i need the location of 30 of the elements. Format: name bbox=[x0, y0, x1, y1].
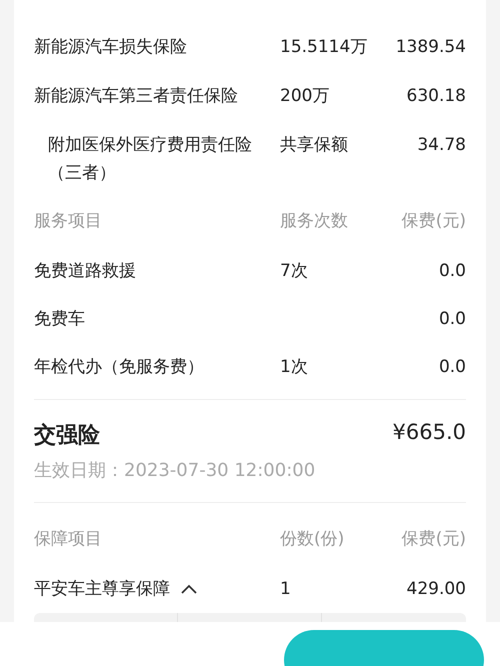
coverage-amount: 200万 bbox=[280, 85, 330, 108]
column-header: 保费(元) bbox=[400, 528, 466, 551]
coverage-name: 新能源汽车损失保险 bbox=[34, 36, 188, 59]
section-title: 交强险 bbox=[34, 422, 100, 450]
service-count: 1次 bbox=[280, 356, 309, 379]
effective-date: 生效日期：2023-07-30 12:00:00 bbox=[34, 459, 316, 483]
column-header: 保障项目 bbox=[34, 528, 103, 551]
package-name: 平安车主尊享保障 bbox=[34, 578, 170, 601]
premium: 34.78 bbox=[416, 134, 466, 157]
coverage-name: 附加医保外医疗费用责任险（三者） bbox=[47, 134, 253, 185]
premium: 1389.54 bbox=[394, 36, 466, 59]
premium: 0.0 bbox=[438, 260, 466, 283]
column-header: 服务次数 bbox=[280, 210, 349, 233]
coverage-name: 新能源汽车第三者责任保险 bbox=[34, 85, 239, 108]
service-name: 年检代办（免服务费） bbox=[34, 356, 205, 379]
premium: 630.18 bbox=[406, 85, 466, 108]
column-header: 保费(元) bbox=[400, 210, 466, 233]
coverage-amount: 共享保额 bbox=[280, 134, 349, 157]
service-count: 7次 bbox=[280, 260, 309, 283]
column-header: 服务项目 bbox=[34, 210, 103, 233]
premium: 429.00 bbox=[406, 578, 466, 601]
package-count: 1 bbox=[280, 578, 292, 601]
premium: 0.0 bbox=[438, 356, 466, 379]
price: ¥665.0 bbox=[392, 420, 466, 446]
column-header: 份数(份) bbox=[280, 528, 346, 551]
service-name: 免费车 bbox=[34, 308, 86, 331]
premium: 0.0 bbox=[438, 308, 466, 331]
service-name: 免费道路救援 bbox=[34, 260, 137, 283]
coverage-amount: 15.5114万 bbox=[280, 36, 368, 59]
caret-icon[interactable] bbox=[180, 583, 198, 595]
